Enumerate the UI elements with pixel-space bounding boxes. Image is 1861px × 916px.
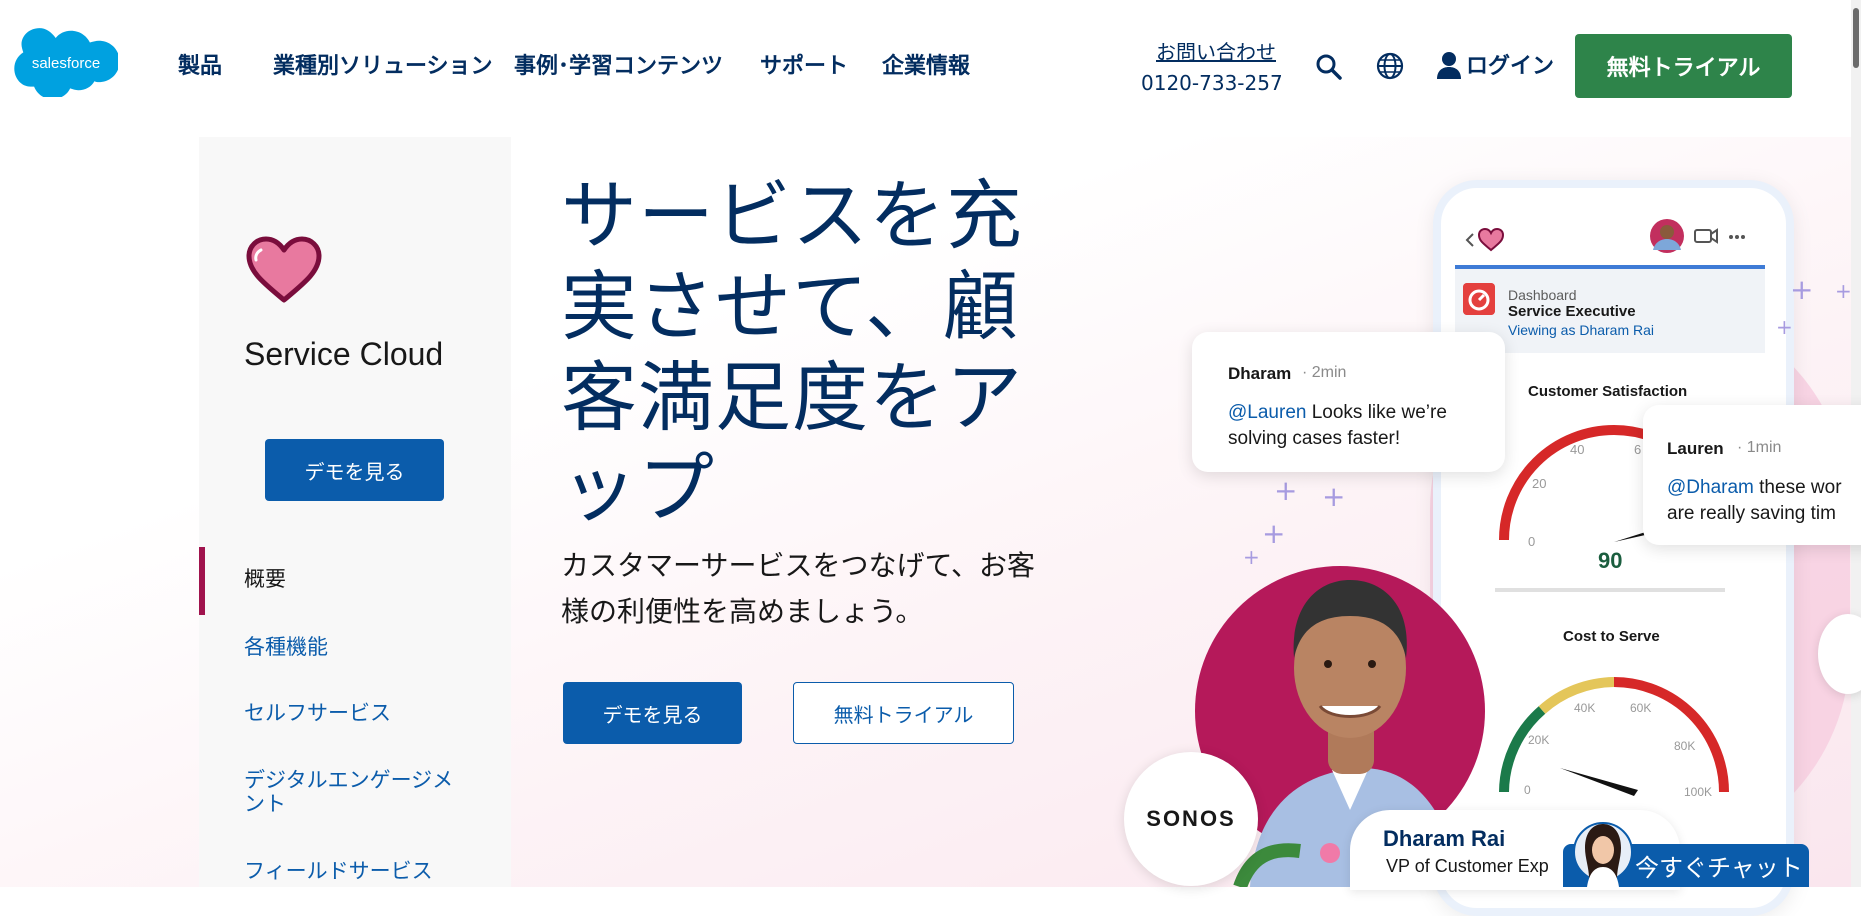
hero-title: サービスを充実させて、顧客満足度をアップ (561, 171, 1023, 533)
nav-industry-solutions[interactable]: 業種別ソリューション (273, 48, 493, 80)
heart-icon (246, 236, 322, 303)
svg-text:20: 20 (1532, 476, 1546, 491)
svg-text:0: 0 (1528, 534, 1535, 549)
hero-free-trial-button[interactable]: 無料トライアル (793, 682, 1014, 744)
customer-name: Dharam Rai (1383, 826, 1506, 851)
svg-text:6: 6 (1634, 442, 1641, 457)
sidebar-link-digital-engagement[interactable]: デジタルエンゲージメント (244, 768, 464, 816)
chat-bubble-lauren: Lauren · 1min @Dharam these wor are real… (1643, 405, 1861, 545)
dashboard-viewing: Viewing as Dharam Rai (1508, 322, 1655, 338)
svg-text:100K: 100K (1684, 785, 1712, 799)
sparkle-decoration: + (1262, 517, 1286, 550)
chat-message-line2: solving cases faster! (1228, 428, 1401, 449)
sparkle-decoration: + (1776, 315, 1793, 339)
sparkle-decoration: + (1835, 279, 1852, 303)
dashboard-title: Service Executive (1508, 303, 1636, 320)
sparkle-decoration: + (1274, 474, 1298, 507)
nav-products[interactable]: 製品 (178, 48, 222, 80)
sidebar-link-field-service[interactable]: フィールドサービス (244, 858, 433, 884)
chat-mention: @Lauren (1228, 402, 1307, 423)
sidebar-demo-button[interactable]: デモを見る (265, 439, 444, 501)
nav-support[interactable]: サポート (760, 48, 848, 80)
svg-text:60K: 60K (1630, 701, 1651, 715)
contact-phone: 0120-733-257 (1141, 71, 1283, 95)
svg-text:80K: 80K (1674, 739, 1695, 753)
svg-text:40K: 40K (1574, 701, 1595, 715)
sidebar-link-overview[interactable]: 概要 (244, 566, 286, 592)
svg-text:20K: 20K (1528, 733, 1549, 747)
active-indicator (199, 547, 205, 615)
cost-gauge: 0 20K 40K 60K 80K 100K (1499, 677, 1729, 799)
phone-separator (1495, 588, 1725, 592)
login-link[interactable]: ログイン (1466, 48, 1554, 80)
nav-case-studies[interactable]: 事例･学習コンテンツ (514, 48, 723, 80)
chat-message-line1: @Dharam these wor (1667, 477, 1842, 498)
dashboard-label: Dashboard (1508, 287, 1577, 303)
sparkle-decoration: + (1322, 480, 1346, 513)
sidebar-link-self-service[interactable]: セルフサービス (244, 700, 391, 726)
scrollbar-thumb[interactable] (1853, 8, 1859, 68)
svg-text:0: 0 (1524, 783, 1531, 797)
svg-text:salesforce: salesforce (32, 55, 100, 72)
sparkle-decoration: + (1790, 273, 1814, 306)
salesforce-logo[interactable]: salesforce (14, 25, 118, 97)
chat-message-line2: are really saving tim (1667, 503, 1836, 524)
search-icon[interactable] (1315, 53, 1343, 81)
chat-author: Lauren (1667, 439, 1724, 458)
chat-mention: @Dharam (1667, 477, 1754, 498)
hero-subtitle: カスタマーサービスをつなげて、お客様の利便性を高めましょう。 (561, 549, 1036, 628)
hero-demo-button[interactable]: デモを見る (563, 682, 742, 744)
svg-text:40: 40 (1570, 442, 1584, 457)
dashboard-icon (1463, 283, 1495, 315)
satisfaction-value: 90 (1598, 548, 1623, 573)
gauge-title-satisfaction: Customer Satisfaction (1528, 383, 1688, 400)
globe-icon[interactable] (1375, 51, 1405, 81)
chat-agent-avatar[interactable] (1573, 818, 1633, 887)
nav-company-info[interactable]: 企業情報 (882, 48, 970, 80)
chat-time: · 1min (1737, 439, 1782, 456)
contact-link[interactable]: お問い合わせ (1156, 36, 1276, 65)
chat-message-line1: @Lauren Looks like we’re (1228, 402, 1447, 423)
chat-bubble-dharam: Dharam · 2min @Lauren Looks like we’re s… (1192, 332, 1505, 472)
customer-logo-badge: SONOS (1124, 752, 1258, 886)
header-free-trial-button[interactable]: 無料トライアル (1575, 34, 1792, 98)
sidebar-link-features[interactable]: 各種機能 (244, 634, 328, 660)
gauge-title-cost: Cost to Serve (1563, 628, 1660, 645)
user-icon[interactable] (1436, 51, 1462, 79)
phone-topbar (1465, 219, 1745, 253)
chat-time: · 2min (1302, 364, 1347, 381)
chat-author: Dharam (1228, 364, 1292, 383)
product-name: Service Cloud (244, 336, 444, 372)
